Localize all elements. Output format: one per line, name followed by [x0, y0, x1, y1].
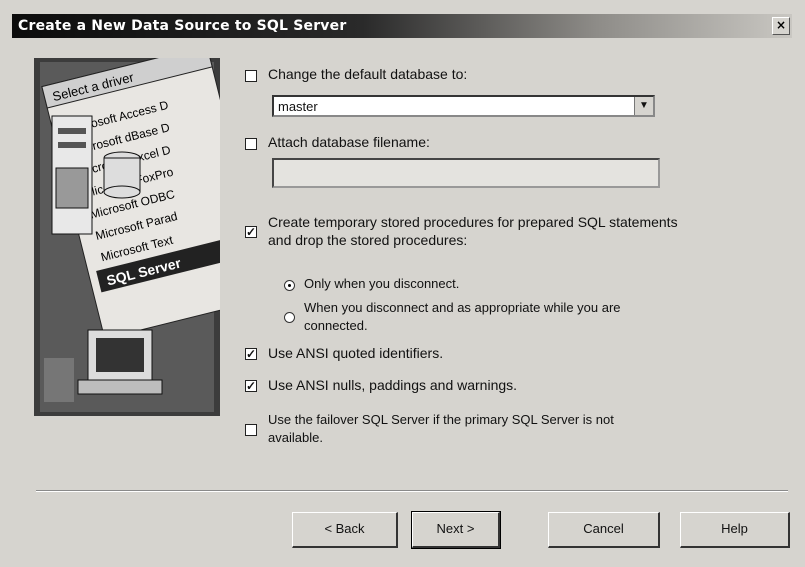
chevron-down-icon[interactable]: ▼: [634, 97, 653, 115]
wizard-illustration: Select a driver Microsoft Access D Micro…: [34, 58, 220, 416]
radio-disconnect[interactable]: [284, 280, 295, 291]
change-default-db-label: Change the default database to:: [268, 66, 468, 82]
next-button[interactable]: Next >: [411, 511, 501, 549]
window-title: Create a New Data Source to SQL Server: [18, 18, 347, 34]
help-button[interactable]: Help: [680, 512, 790, 548]
create-temp-procs-checkbox[interactable]: ✓: [245, 226, 257, 238]
radio-appropriate-label-line2: connected.: [304, 318, 368, 333]
ansi-quoted-label: Use ANSI quoted identifiers.: [268, 345, 444, 361]
driver-list-illustration: Select a driver Microsoft Access D Micro…: [34, 58, 220, 416]
close-button[interactable]: ×: [772, 17, 790, 35]
cancel-button[interactable]: Cancel: [548, 512, 660, 548]
radio-disconnect-label: Only when you disconnect.: [304, 276, 460, 291]
radio-appropriate[interactable]: [284, 312, 295, 323]
database-select[interactable]: master ▼: [272, 95, 655, 117]
title-bar: Create a New Data Source to SQL Server ×: [12, 14, 792, 38]
radio-appropriate-label-line1: When you disconnect and as appropriate w…: [304, 300, 621, 315]
back-button[interactable]: < Back: [292, 512, 398, 548]
failover-checkbox[interactable]: [245, 424, 257, 436]
ansi-nulls-label: Use ANSI nulls, paddings and warnings.: [268, 377, 518, 393]
ansi-quoted-checkbox[interactable]: ✓: [245, 348, 257, 360]
create-temp-procs-label-line1: Create temporary stored procedures for p…: [268, 214, 678, 230]
create-temp-procs-label-line2: and drop the stored procedures:: [268, 232, 468, 248]
separator: [36, 490, 788, 492]
attach-db-label: Attach database filename:: [268, 134, 430, 150]
attach-db-field[interactable]: [272, 158, 660, 188]
failover-label-line1: Use the failover SQL Server if the prima…: [268, 412, 614, 427]
change-default-db-checkbox[interactable]: [245, 70, 257, 82]
attach-db-checkbox[interactable]: [245, 138, 257, 150]
ansi-nulls-checkbox[interactable]: ✓: [245, 380, 257, 392]
failover-label-line2: available.: [268, 430, 323, 445]
database-select-value: master: [278, 99, 318, 114]
